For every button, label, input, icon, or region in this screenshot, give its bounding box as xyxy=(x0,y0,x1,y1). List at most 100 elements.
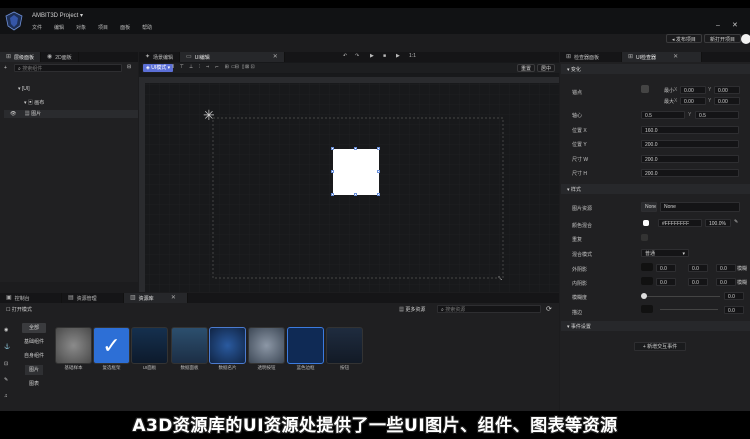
section-transform[interactable]: ▾ 变化 xyxy=(561,64,750,74)
repeat-checkbox[interactable] xyxy=(641,234,648,241)
category-basic[interactable]: 基础组件 xyxy=(22,337,46,347)
add-event-button[interactable]: + 新增交互事件 xyxy=(634,342,686,351)
asset-thumb-7[interactable] xyxy=(287,327,324,364)
layout-tools[interactable]: ▭▯⊡ xyxy=(231,64,261,70)
center-button[interactable]: 居中 xyxy=(537,64,556,72)
outer-shadow-blur[interactable]: 0.0 xyxy=(716,264,736,272)
resize-handle-r[interactable] xyxy=(377,170,380,173)
menu-panel[interactable]: 面板 xyxy=(120,24,130,31)
resize-handle-tr[interactable] xyxy=(377,147,380,150)
blur-input[interactable]: 0.0 xyxy=(724,292,744,300)
border-color[interactable] xyxy=(641,305,653,313)
resize-handle-b[interactable] xyxy=(354,193,357,196)
side-icon-1[interactable]: ◉ xyxy=(4,327,8,333)
width-input[interactable]: 200.0 xyxy=(641,155,739,163)
menu-help[interactable]: 帮助 xyxy=(142,24,152,31)
side-icon-3[interactable]: ⊡ xyxy=(4,361,8,367)
side-icon-5[interactable]: ♫ xyxy=(4,393,8,399)
asset-thumb-5[interactable] xyxy=(209,327,246,364)
tab-hierarchy[interactable]: ⊞ 层级面板 xyxy=(0,52,42,62)
theme-toggle[interactable] xyxy=(741,34,750,44)
tab-ui-inspector[interactable]: ⊞ UI检查器 ✕ xyxy=(622,52,702,62)
category-custom[interactable]: 自身组件 xyxy=(22,351,46,361)
color-percent-input[interactable]: 100.0% xyxy=(705,219,731,227)
tab-console[interactable]: ▣ 控制台 xyxy=(0,293,62,303)
anchor-min-x[interactable]: 0.00 xyxy=(680,86,706,94)
tree-canvas[interactable]: ▾ ▣ 画布 xyxy=(24,99,44,106)
anchor-max-x[interactable]: 0.00 xyxy=(680,97,706,105)
asset-thumb-6[interactable] xyxy=(248,327,285,364)
outer-shadow-x[interactable]: 0.0 xyxy=(656,264,676,272)
pivot-y-input[interactable]: 0.5 xyxy=(695,111,739,119)
tree-image[interactable]: 👁 ▦ 图片 xyxy=(10,110,41,117)
section-style[interactable]: ▾ 样式 xyxy=(561,184,750,194)
side-icon-2[interactable]: ⚓ xyxy=(4,344,10,350)
pivot-x-input[interactable]: 0.5 xyxy=(641,111,685,119)
color-swatch[interactable] xyxy=(643,220,649,226)
tab-inspector[interactable]: ⊞ 检查器面板 xyxy=(560,52,622,62)
redo-icon[interactable]: ↷ xyxy=(355,53,359,59)
asset-thumb-8[interactable] xyxy=(326,327,363,364)
project-title[interactable]: AMBIT3D Project ▾ xyxy=(32,12,83,19)
resize-handle-bl[interactable] xyxy=(331,193,334,196)
play-icon[interactable]: ▶ xyxy=(370,53,374,59)
hierarchy-search-input[interactable]: ⌕ 搜索组件 xyxy=(14,64,122,72)
publish-button[interactable]: ◂ 发布项目 xyxy=(666,34,702,43)
undo-icon[interactable]: ↶ xyxy=(343,53,347,59)
selected-image-element[interactable] xyxy=(333,149,379,195)
open-new-button[interactable]: 新打开项目 xyxy=(704,34,742,43)
eyedropper-icon[interactable]: ✎ xyxy=(734,219,738,225)
tab-asset-library[interactable]: ▥ 资源库 ✕ xyxy=(124,293,188,303)
step-icon[interactable]: ▶ xyxy=(396,53,400,59)
menu-file[interactable]: 文件 xyxy=(32,24,42,31)
image-asset-field[interactable]: None xyxy=(660,202,740,212)
refresh-icon[interactable]: ⟳ xyxy=(546,305,552,313)
close-tab-icon[interactable]: ✕ xyxy=(171,295,176,301)
height-input[interactable]: 200.0 xyxy=(641,169,739,177)
add-icon[interactable]: + xyxy=(4,65,7,71)
menu-edit[interactable]: 编辑 xyxy=(54,24,64,31)
asset-thumb-1[interactable] xyxy=(55,327,92,364)
close-tab-icon[interactable]: ✕ xyxy=(673,54,678,60)
tab-assets-manage[interactable]: ▤ 资源管理 xyxy=(62,293,124,303)
tree-root[interactable]: ▾ [UI] xyxy=(18,86,30,92)
reset-button[interactable]: 重置 xyxy=(517,64,536,72)
tab-2d[interactable]: ◉ 2D面板 xyxy=(41,52,79,62)
menu-object[interactable]: 对象 xyxy=(76,24,86,31)
asset-search-input[interactable]: ⌕ 搜索资源 xyxy=(437,305,541,313)
stop-icon[interactable]: ■ xyxy=(383,53,386,59)
minimize-icon[interactable]: – xyxy=(716,22,720,29)
category-images[interactable]: 图片 xyxy=(25,365,43,375)
inner-shadow-x[interactable]: 0.0 xyxy=(656,278,676,286)
tab-scene[interactable]: ✦ 场景编辑 xyxy=(139,52,181,62)
border-input[interactable]: 0.0 xyxy=(724,306,744,314)
inner-shadow-color[interactable] xyxy=(641,277,653,285)
category-all[interactable]: 全部 xyxy=(22,323,46,333)
pos-y-input[interactable]: 200.0 xyxy=(641,140,739,148)
filter-icon[interactable]: ⊟ xyxy=(127,64,131,70)
open-mode-toggle[interactable]: ☐ 打开模式 xyxy=(6,306,32,313)
blur-slider-track[interactable] xyxy=(644,296,720,297)
border-slider-track[interactable] xyxy=(660,309,718,310)
pos-x-input[interactable]: 160.0 xyxy=(641,126,739,134)
inner-shadow-y[interactable]: 0.0 xyxy=(688,278,708,286)
anchor-min-y[interactable]: 0.00 xyxy=(714,86,740,94)
resize-handle-br[interactable] xyxy=(377,193,380,196)
section-events[interactable]: ▾ 事件设置 xyxy=(561,321,750,331)
asset-thumb-3[interactable] xyxy=(131,327,168,364)
tab-ui-edit[interactable]: ▭ UI编辑 ✕ xyxy=(180,52,285,62)
blend-select[interactable]: 普通 ▾ xyxy=(641,249,689,257)
resize-handle-tl[interactable] xyxy=(331,147,334,150)
canvas-resize-icon[interactable]: ⤡ xyxy=(498,276,502,282)
outer-shadow-y[interactable]: 0.0 xyxy=(688,264,708,272)
close-icon[interactable]: ✕ xyxy=(732,21,738,29)
image-none-button[interactable]: None xyxy=(641,202,657,212)
color-hex-input[interactable]: #FFFFFFFF xyxy=(658,219,702,227)
asset-thumb-4[interactable] xyxy=(171,327,208,364)
inner-shadow-blur[interactable]: 0.0 xyxy=(716,278,736,286)
outer-shadow-color[interactable] xyxy=(641,263,653,271)
asset-checkbox-icon[interactable]: ✓ xyxy=(93,327,130,364)
ui-mode-button[interactable]: ◈ UI模式 ▾ xyxy=(143,64,174,72)
resize-handle-t[interactable] xyxy=(354,147,357,150)
side-icon-4[interactable]: ✎ xyxy=(4,377,8,383)
